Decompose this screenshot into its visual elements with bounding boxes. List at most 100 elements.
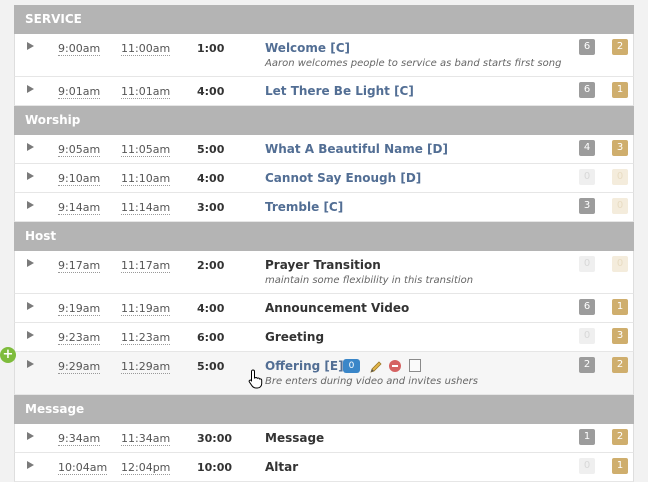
expand-arrow-icon[interactable] <box>27 432 34 440</box>
item-title: Greeting <box>265 330 325 344</box>
expand-arrow-icon[interactable] <box>27 461 34 469</box>
expand-arrow-icon[interactable] <box>27 201 34 209</box>
start-time[interactable]: 9:19am <box>58 302 101 316</box>
end-time[interactable]: 11:05am <box>121 143 171 157</box>
people-count-badge: 3 <box>579 198 595 214</box>
start-time[interactable]: 9:29am <box>58 360 101 374</box>
media-count-badge: 0 <box>612 169 628 185</box>
plan-item-row: 9:10am 11:10am 4:00 Cannot Say Enough [D] 0 0 <box>14 164 634 193</box>
plan-item-row: 9:19am 11:19am 4:00 Announcement Video 6 1 <box>14 294 634 323</box>
expand-arrow-icon[interactable] <box>27 172 34 180</box>
item-title[interactable]: Welcome [C] <box>265 40 350 56</box>
duration: 4:00 <box>197 302 225 315</box>
pencil-icon[interactable] <box>369 359 383 373</box>
item-note: maintain some flexibility in this transi… <box>265 275 474 286</box>
start-time[interactable]: 9:00am <box>58 42 101 56</box>
duration: 6:00 <box>197 331 225 344</box>
item-title: Prayer Transition <box>265 258 381 272</box>
people-count-badge: 6 <box>579 299 595 315</box>
expand-arrow-icon[interactable] <box>27 42 34 50</box>
item-note: Bre enters during video and invites ushe… <box>265 376 478 387</box>
attachment-count-badge[interactable]: 0 <box>343 359 360 373</box>
media-count-badge: 1 <box>612 82 628 98</box>
duration: 30:00 <box>197 432 233 445</box>
item-title[interactable]: Offering [E] <box>265 358 344 374</box>
people-count-badge: 0 <box>579 328 595 344</box>
end-time[interactable]: 11:19am <box>121 302 171 316</box>
add-item-button[interactable]: + <box>0 347 16 363</box>
plan-item-row: 9:29am 11:29am 5:00 Offering [E] Bre enters … <box>14 352 634 395</box>
media-count-badge: 3 <box>612 328 628 344</box>
end-time[interactable]: 11:17am <box>121 259 171 273</box>
start-time[interactable]: 9:34am <box>58 432 101 446</box>
start-time[interactable]: 9:01am <box>58 85 101 99</box>
plan-item-row: 10:04am 12:04pm 10:00 Altar 0 1 <box>14 453 634 482</box>
item-title: Announcement Video <box>265 301 410 315</box>
plan-item-row: 9:14am 11:14am 3:00 Tremble [C] 3 0 <box>14 193 634 222</box>
item-title[interactable]: Cannot Say Enough [D] <box>265 170 421 186</box>
end-time[interactable]: 11:29am <box>121 360 171 374</box>
end-time[interactable]: 11:34am <box>121 432 171 446</box>
document-icon[interactable] <box>409 359 421 372</box>
duration: 5:00 <box>197 143 225 156</box>
people-count-badge: 0 <box>579 169 595 185</box>
section-header: SERVICE <box>14 5 634 34</box>
end-time[interactable]: 11:14am <box>121 201 171 215</box>
media-count-badge: 0 <box>612 256 628 272</box>
media-count-badge: 3 <box>612 140 628 156</box>
start-time[interactable]: 10:04am <box>58 461 108 475</box>
duration: 1:00 <box>197 42 225 55</box>
hand-cursor-icon <box>248 369 263 389</box>
expand-arrow-icon[interactable] <box>27 259 34 267</box>
start-time[interactable]: 9:17am <box>58 259 101 273</box>
plan-item-row: 9:01am 11:01am 4:00 Let There Be Light [C] 6… <box>14 77 634 106</box>
duration: 4:00 <box>197 85 225 98</box>
end-time[interactable]: 11:23am <box>121 331 171 345</box>
remove-icon[interactable] <box>389 360 401 372</box>
start-time[interactable]: 9:23am <box>58 331 101 345</box>
service-plan: SERVICE 9:00am 11:00am 1:00 Welcome [C] Aaron… <box>14 5 634 482</box>
end-time[interactable]: 11:01am <box>121 85 171 99</box>
duration: 5:00 <box>197 360 225 373</box>
start-time[interactable]: 9:10am <box>58 172 101 186</box>
start-time[interactable]: 9:05am <box>58 143 101 157</box>
people-count-badge: 1 <box>579 429 595 445</box>
end-time[interactable]: 11:10am <box>121 172 171 186</box>
expand-arrow-icon[interactable] <box>27 85 34 93</box>
item-title[interactable]: Let There Be Light [C] <box>265 83 414 99</box>
people-count-badge: 4 <box>579 140 595 156</box>
people-count-badge: 6 <box>579 82 595 98</box>
duration: 4:00 <box>197 172 225 185</box>
media-count-badge: 1 <box>612 458 628 474</box>
media-count-badge: 1 <box>612 299 628 315</box>
media-count-badge: 2 <box>612 357 628 373</box>
end-time[interactable]: 11:00am <box>121 42 171 56</box>
expand-arrow-icon[interactable] <box>27 331 34 339</box>
section-header: Message <box>14 395 634 424</box>
people-count-badge: 6 <box>579 39 595 55</box>
media-count-badge: 2 <box>612 39 628 55</box>
end-time[interactable]: 12:04pm <box>121 461 171 475</box>
expand-arrow-icon[interactable] <box>27 302 34 310</box>
item-title: Message <box>265 431 325 445</box>
start-time[interactable]: 9:14am <box>58 201 101 215</box>
people-count-badge: 2 <box>579 357 595 373</box>
duration: 2:00 <box>197 259 225 272</box>
people-count-badge: 0 <box>579 458 595 474</box>
expand-arrow-icon[interactable] <box>27 360 34 368</box>
plan-item-row: 9:17am 11:17am 2:00 Prayer Transition mainta… <box>14 251 634 294</box>
plan-item-row: 9:34am 11:34am 30:00 Message 1 2 <box>14 424 634 453</box>
people-count-badge: 0 <box>579 256 595 272</box>
expand-arrow-icon[interactable] <box>27 143 34 151</box>
duration: 3:00 <box>197 201 225 214</box>
duration: 10:00 <box>197 461 233 474</box>
item-title[interactable]: Tremble [C] <box>265 199 343 215</box>
plan-item-row: 9:05am 11:05am 5:00 What A Beautiful Name [… <box>14 135 634 164</box>
item-title[interactable]: What A Beautiful Name [D] <box>265 141 448 157</box>
item-note: Aaron welcomes people to service as band… <box>265 58 562 69</box>
item-title: Altar <box>265 460 299 474</box>
section-header: Worship <box>14 106 634 135</box>
media-count-badge: 2 <box>612 429 628 445</box>
plan-item-row: 9:00am 11:00am 1:00 Welcome [C] Aaron welcom… <box>14 34 634 77</box>
media-count-badge: 0 <box>612 198 628 214</box>
